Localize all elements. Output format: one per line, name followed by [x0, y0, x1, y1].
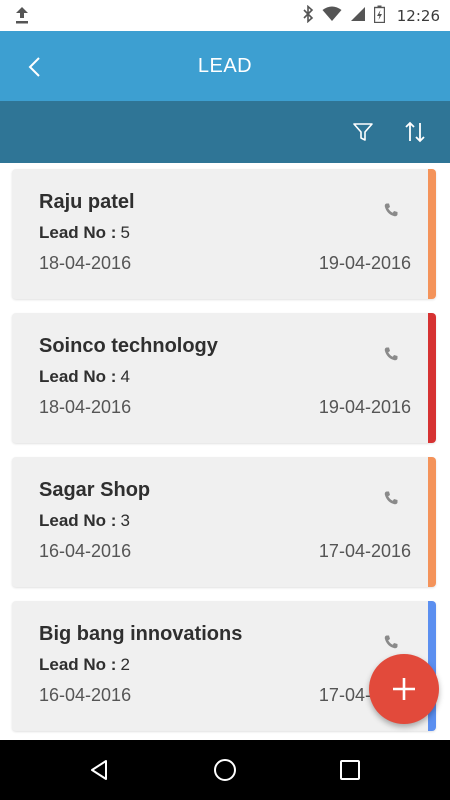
status-time: 12:26 — [396, 7, 440, 25]
lead-start-date: 18-04-2016 — [39, 253, 132, 273]
lead-end-date: 19-04-2016 — [318, 253, 411, 273]
phone-icon — [384, 347, 398, 361]
add-lead-button[interactable] — [369, 654, 439, 724]
triangle-back-icon — [91, 760, 107, 780]
signal-icon — [350, 6, 366, 27]
nav-recents-button[interactable] — [335, 755, 365, 785]
call-button[interactable] — [380, 343, 402, 365]
battery-icon — [373, 5, 385, 28]
filter-button[interactable] — [348, 117, 378, 147]
lead-number-value: 3 — [120, 511, 130, 530]
status-icons: 12:26 — [302, 4, 440, 28]
call-button[interactable] — [380, 487, 402, 509]
lead-card[interactable]: Sagar Shop Lead No :3 16-04-2016 17-04-2… — [12, 457, 436, 587]
status-bar: 12:26 — [0, 0, 450, 31]
lead-name: Raju patel — [39, 191, 135, 213]
lead-status-bar — [428, 457, 436, 587]
lead-card[interactable]: Big bang innovations Lead No :2 16-04-20… — [12, 601, 436, 731]
lead-number: Lead No :3 — [39, 511, 130, 531]
lead-name: Sagar Shop — [39, 479, 151, 501]
lead-number: Lead No :5 — [39, 223, 130, 243]
wifi-icon — [322, 6, 342, 27]
phone-icon — [384, 635, 398, 649]
lead-name: Soinco technology — [39, 335, 218, 357]
phone-icon — [384, 491, 398, 505]
lead-number-label: Lead No : — [39, 511, 117, 530]
bluetooth-icon — [302, 4, 314, 28]
lead-status-bar — [428, 313, 436, 443]
filter-icon — [353, 123, 373, 141]
app-bar: LEAD — [0, 31, 450, 101]
lead-number: Lead No :4 — [39, 367, 130, 387]
lead-number-label: Lead No : — [39, 223, 117, 242]
lead-list: Raju patel Lead No :5 18-04-2016 19-04-2… — [0, 163, 450, 740]
lead-start-date: 18-04-2016 — [39, 397, 132, 417]
lead-start-date: 16-04-2016 — [39, 685, 132, 705]
nav-home-button[interactable] — [210, 755, 240, 785]
lead-number-label: Lead No : — [39, 655, 117, 674]
lead-card[interactable]: Raju patel Lead No :5 18-04-2016 19-04-2… — [12, 169, 436, 299]
circle-home-icon — [214, 759, 236, 781]
lead-number-value: 4 — [120, 367, 130, 386]
lead-status-bar — [428, 169, 436, 299]
plus-icon — [393, 678, 415, 700]
toolbar — [0, 101, 450, 163]
lead-end-date: 19-04-2016 — [318, 397, 411, 417]
lead-number-value: 5 — [120, 223, 130, 242]
upload-icon — [14, 5, 30, 30]
sort-icon — [405, 121, 425, 143]
lead-number-label: Lead No : — [39, 367, 117, 386]
square-recents-icon — [340, 760, 360, 780]
nav-back-button[interactable] — [85, 755, 115, 785]
lead-name: Big bang innovations — [39, 623, 243, 645]
page-title: LEAD — [197, 55, 253, 77]
lead-number: Lead No :2 — [39, 655, 130, 675]
system-nav-bar — [0, 740, 450, 800]
call-button[interactable] — [380, 199, 402, 221]
lead-end-date: 17-04-2016 — [318, 541, 411, 561]
screen: 12:26 LEAD Raju patel Lead No: 5 18-04-… — [0, 0, 450, 800]
phone-icon — [384, 203, 398, 217]
sort-button[interactable] — [400, 117, 430, 147]
lead-card[interactable]: Soinco technology Lead No :4 18-04-2016 … — [12, 313, 436, 443]
lead-start-date: 16-04-2016 — [39, 541, 132, 561]
call-button[interactable] — [380, 631, 402, 653]
lead-number-value: 2 — [120, 655, 130, 674]
